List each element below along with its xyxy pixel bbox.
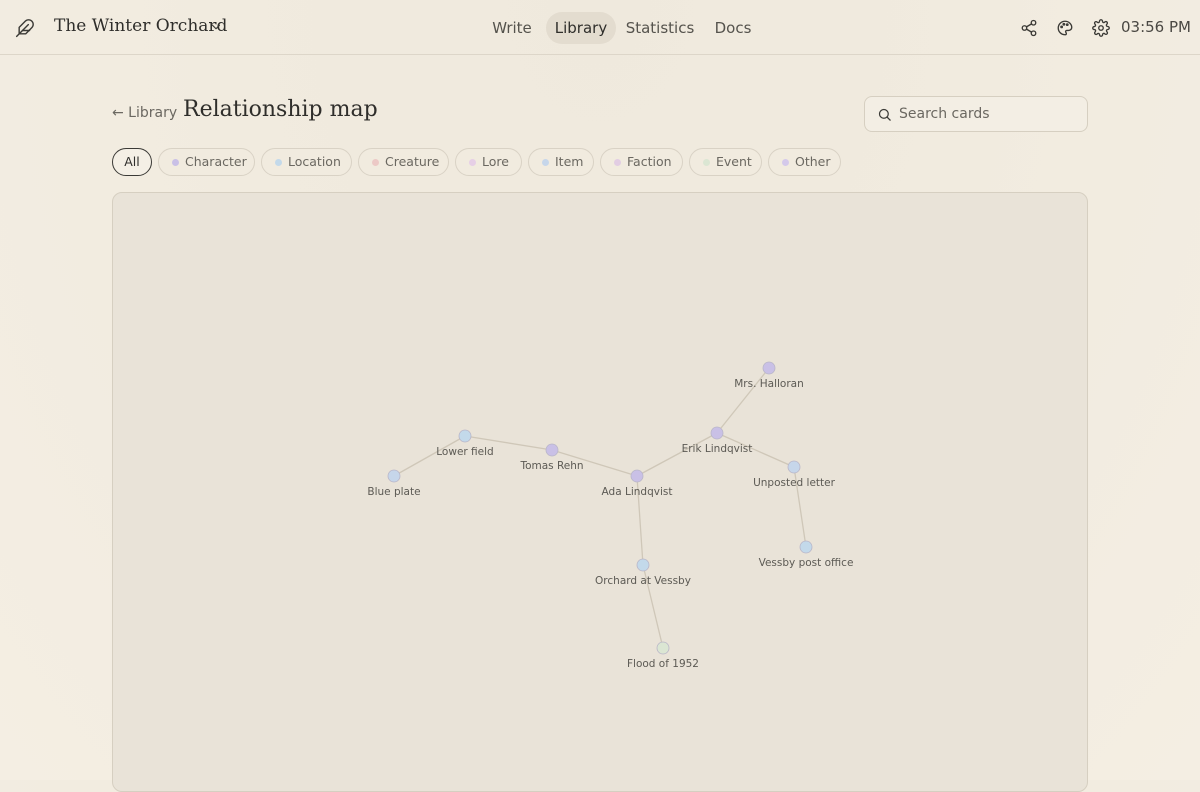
node-label: Unposted letter	[753, 477, 836, 489]
filter-label: Item	[555, 154, 584, 169]
node-label: Orchard at Vessby	[595, 575, 691, 587]
search-box[interactable]	[864, 96, 1088, 132]
node-dot[interactable]	[710, 426, 724, 440]
relationship-map[interactable]: Mrs. Halloran Erik Lindqvist Lower field To…	[112, 192, 1088, 792]
type-dot	[469, 159, 476, 166]
node-dot[interactable]	[458, 429, 472, 443]
nav-write[interactable]: Write	[484, 12, 540, 44]
node-label: Mrs. Halloran	[734, 378, 804, 390]
node-label: Ada Lindqvist	[602, 486, 673, 498]
graph-node-letter[interactable]: Unposted letter	[753, 460, 836, 489]
graph-node-erik[interactable]: Erik Lindqvist	[682, 426, 753, 455]
top-bar: The Winter Orchard Write Library Statist…	[0, 0, 1200, 55]
node-label: Flood of 1952	[627, 658, 699, 670]
nav-docs[interactable]: Docs	[706, 12, 760, 44]
node-label: Lower field	[436, 446, 493, 458]
node-label: Tomas Rehn	[519, 460, 583, 472]
node-dot[interactable]	[636, 558, 650, 572]
filter-label: Creature	[385, 154, 440, 169]
page-title: Relationship map	[183, 97, 378, 122]
graph-node-post-office[interactable]: Vessby post office	[759, 540, 854, 569]
graph-node-tomas[interactable]: Tomas Rehn	[519, 443, 584, 472]
share-icon[interactable]	[1020, 19, 1038, 37]
filter-creature[interactable]: Creature	[358, 148, 449, 176]
type-dot	[703, 159, 710, 166]
node-dot[interactable]	[545, 443, 559, 457]
project-title[interactable]: The Winter Orchard	[54, 16, 227, 36]
type-dot	[542, 159, 549, 166]
filter-event[interactable]: Event	[689, 148, 762, 176]
filter-location[interactable]: Location	[261, 148, 352, 176]
filter-item[interactable]: Item	[528, 148, 594, 176]
filter-label: Character	[185, 154, 247, 169]
filter-label: Location	[288, 154, 341, 169]
type-dot	[172, 159, 179, 166]
relationship-graph[interactable]: Mrs. Halloran Erik Lindqvist Lower field To…	[113, 193, 1088, 792]
filter-faction[interactable]: Faction	[600, 148, 683, 176]
node-dot[interactable]	[799, 540, 813, 554]
node-dot[interactable]	[656, 641, 670, 655]
graph-node-blue-plate[interactable]: Blue plate	[367, 469, 421, 498]
node-label: Blue plate	[367, 486, 420, 498]
type-dot	[614, 159, 621, 166]
filter-label: Other	[795, 154, 831, 169]
clock: 03:56 PM	[1121, 18, 1191, 36]
chevron-down-icon[interactable]	[209, 20, 223, 34]
node-label: Erik Lindqvist	[682, 443, 753, 455]
nav-statistics[interactable]: Statistics	[622, 12, 698, 44]
filter-all[interactable]: All	[112, 148, 152, 176]
feather-icon[interactable]	[15, 18, 35, 38]
type-dot	[782, 159, 789, 166]
type-dot	[372, 159, 379, 166]
filter-label: All	[124, 154, 140, 169]
back-to-library-link[interactable]: ← Library	[112, 105, 177, 121]
node-dot[interactable]	[630, 469, 644, 483]
node-label: Vessby post office	[759, 557, 854, 569]
search-input[interactable]	[899, 105, 1079, 123]
node-dot[interactable]	[387, 469, 401, 483]
node-dot[interactable]	[787, 460, 801, 474]
filter-label: Event	[716, 154, 752, 169]
graph-node-lower-field[interactable]: Lower field	[436, 429, 494, 458]
gear-icon[interactable]	[1092, 19, 1110, 37]
filter-character[interactable]: Character	[158, 148, 255, 176]
graph-node-orchard[interactable]: Orchard at Vessby	[595, 558, 691, 587]
nav-library[interactable]: Library	[546, 12, 616, 44]
search-icon	[878, 108, 891, 121]
type-dot	[275, 159, 282, 166]
filter-lore[interactable]: Lore	[455, 148, 522, 176]
node-dot[interactable]	[762, 361, 776, 375]
filter-label: Lore	[482, 154, 509, 169]
graph-node-mrs-halloran[interactable]: Mrs. Halloran	[734, 361, 804, 390]
palette-icon[interactable]	[1056, 19, 1074, 37]
filter-label: Faction	[627, 154, 672, 169]
graph-node-flood[interactable]: Flood of 1952	[627, 641, 699, 670]
filter-other[interactable]: Other	[768, 148, 841, 176]
